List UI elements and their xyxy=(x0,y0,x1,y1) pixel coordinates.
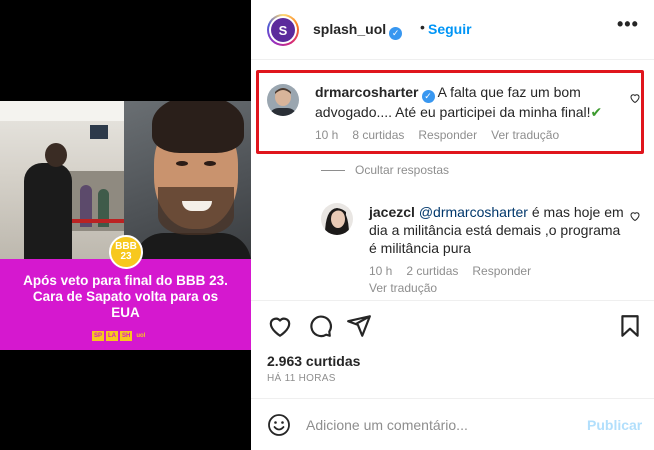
airport-photo xyxy=(0,101,124,259)
publish-button[interactable]: Publicar xyxy=(587,417,642,433)
verified-icon: ✓ xyxy=(389,27,403,40)
hide-replies-button[interactable]: Ocultar respostas xyxy=(321,163,449,177)
reply-meta: 10 h 2 curtidas Responder xyxy=(369,264,531,278)
splash-logo: SP LA SH uol xyxy=(92,331,146,341)
add-comment-row: Publicar xyxy=(251,398,654,450)
bbb-badge: BBB 23 xyxy=(109,235,143,269)
comment-input[interactable] xyxy=(306,412,576,438)
save-icon[interactable] xyxy=(617,313,643,339)
like-reply-icon[interactable] xyxy=(629,210,641,222)
post-header: S splash_uol ✓ • Seguir ••• xyxy=(251,0,654,60)
more-options-icon[interactable]: ••• xyxy=(617,14,639,35)
post-image[interactable]: BBB 23 Após veto para final do BBB 23. C… xyxy=(0,101,251,350)
reply-text: jacezcl @drmarcosharter é mas hoje em di… xyxy=(369,204,624,256)
reply-likes[interactable]: 2 curtidas xyxy=(406,264,458,278)
comment-icon[interactable] xyxy=(307,313,333,339)
selfie-photo xyxy=(124,101,251,259)
follow-button[interactable]: Seguir xyxy=(428,21,472,37)
reply-username[interactable]: jacezcl xyxy=(369,204,415,220)
translate-button[interactable]: Ver tradução xyxy=(369,281,437,295)
account-avatar[interactable]: S xyxy=(267,14,299,46)
post-media[interactable]: BBB 23 Após veto para final do BBB 23. C… xyxy=(0,0,251,450)
mention-link[interactable]: @drmarcosharter xyxy=(419,204,528,220)
post-actions xyxy=(251,300,654,350)
emoji-icon[interactable] xyxy=(267,413,291,437)
heart-icon[interactable] xyxy=(267,313,293,339)
account-username[interactable]: splash_uol ✓ xyxy=(313,21,403,40)
reply-time: 10 h xyxy=(369,264,393,278)
separator-dot: • xyxy=(420,19,425,35)
highlight-box xyxy=(256,70,644,154)
headline-text: Após veto para final do BBB 23. Cara de … xyxy=(23,273,228,320)
comments-pane: S splash_uol ✓ • Seguir ••• drmarcosharte… xyxy=(251,0,654,450)
replier-avatar[interactable] xyxy=(321,203,353,235)
likes-count[interactable]: 2.963 curtidas xyxy=(267,353,360,369)
reply-translate-row: Ver tradução xyxy=(369,281,437,295)
post-time[interactable]: HÁ 11 HORAS xyxy=(267,373,336,384)
reply-button[interactable]: Responder xyxy=(472,264,531,278)
share-icon[interactable] xyxy=(346,313,372,339)
